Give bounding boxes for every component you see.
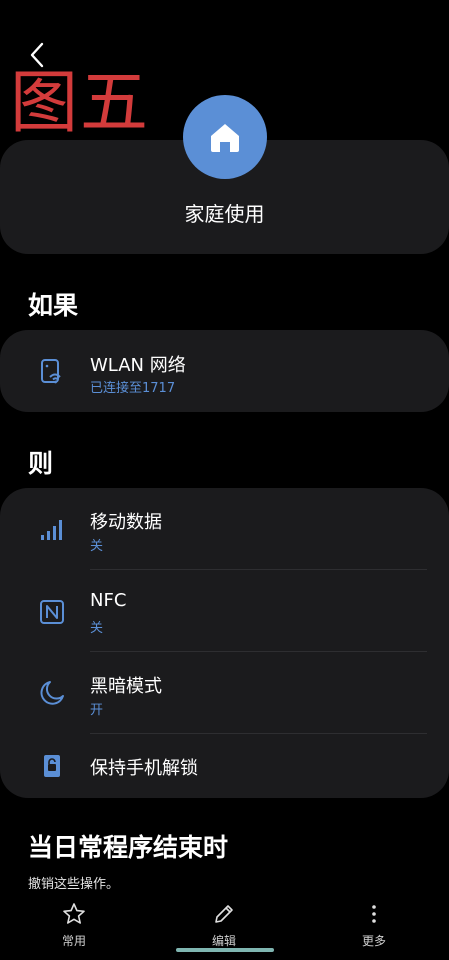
signal-bars-icon — [41, 520, 62, 540]
action-title: 移动数据 — [90, 512, 162, 533]
then-card: 移动数据 关 NFC 关 黑暗模式 开 保持手机解锁 — [0, 488, 449, 798]
condition-title: WLAN 网络 — [90, 355, 186, 376]
action-row-mobile-data[interactable]: 移动数据 关 — [0, 488, 449, 570]
end-section-title: 当日常程序结束时 — [28, 833, 229, 862]
action-row-dark-mode[interactable]: 黑暗模式 开 — [0, 652, 449, 734]
nav-label: 编辑 — [211, 934, 236, 948]
action-subtitle: 关 — [90, 621, 104, 636]
nav-edit-button[interactable]: 编辑 — [179, 902, 269, 949]
end-section-description: 撤销这些操作。 — [28, 877, 120, 892]
action-row-nfc[interactable]: NFC 关 — [0, 570, 449, 652]
routine-icon-button[interactable] — [183, 95, 267, 179]
routine-name: 家庭使用 — [184, 202, 265, 226]
nfc-icon — [40, 600, 64, 624]
star-icon — [63, 903, 85, 924]
action-subtitle: 开 — [90, 703, 104, 718]
nav-label: 常用 — [61, 934, 86, 948]
moon-icon — [40, 681, 64, 705]
home-indicator[interactable] — [176, 948, 274, 952]
if-section-title: 如果 — [28, 291, 79, 320]
then-section-title: 则 — [28, 449, 54, 478]
nav-label: 更多 — [361, 934, 386, 948]
routine-detail-screen: 图五 家庭使用 如果 WLAN 网络 已连接至1717 则 移动数据 关 NFC… — [0, 0, 449, 960]
nav-favorite-button[interactable]: 常用 — [29, 902, 119, 949]
home-icon — [211, 124, 239, 152]
nav-more-button[interactable]: 更多 — [329, 902, 419, 949]
action-title: 黑暗模式 — [90, 676, 162, 697]
condition-subtitle: 已连接至1717 — [90, 381, 176, 396]
pencil-icon — [215, 905, 233, 923]
wifi-phone-icon — [41, 359, 61, 384]
lock-icon — [44, 755, 60, 777]
annotation-label: 图五 — [10, 64, 151, 143]
action-subtitle: 关 — [90, 539, 104, 554]
action-row-keep-unlocked[interactable]: 保持手机解锁 — [0, 734, 449, 798]
action-title: NFC — [90, 590, 127, 611]
more-vertical-icon — [372, 905, 376, 923]
condition-row-wlan[interactable]: WLAN 网络 已连接至1717 — [0, 330, 449, 412]
if-card: WLAN 网络 已连接至1717 — [0, 330, 449, 412]
action-title: 保持手机解锁 — [90, 758, 198, 779]
